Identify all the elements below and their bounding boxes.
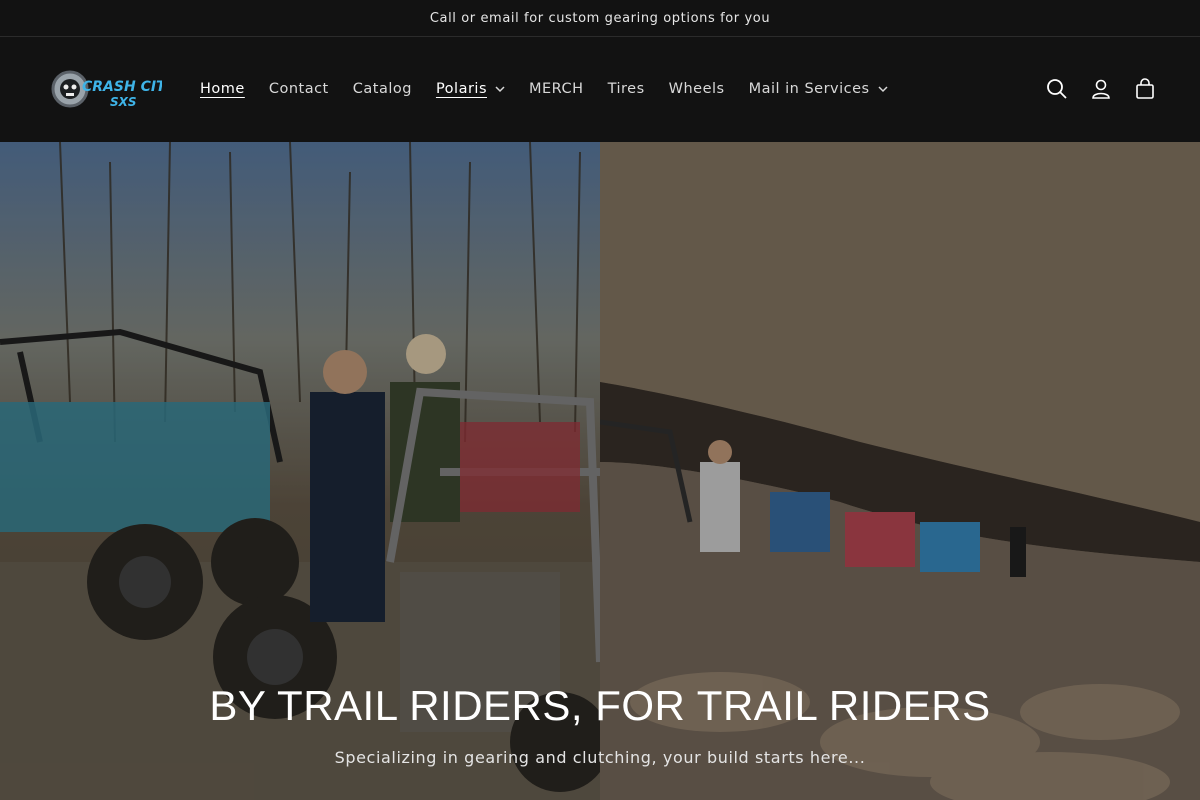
logo-text-top: CRASH CITY (82, 79, 162, 95)
hero-title: BY TRAIL RIDERS, FOR TRAIL RIDERS (209, 682, 991, 729)
announcement-bar: Call or email for custom gearing options… (0, 0, 1200, 37)
nav-item-label: Contact (268, 81, 329, 97)
nav-item-contact[interactable]: Contact (257, 69, 341, 109)
account-icon[interactable] (1086, 74, 1116, 104)
header-icons (1042, 37, 1160, 141)
nav-item-label: Catalog (352, 81, 412, 97)
chevron-down-icon (495, 84, 505, 94)
hero-banner: BY TRAIL RIDERS, FOR TRAIL RIDERS Specia… (0, 142, 1200, 800)
site-header: CRASH CITY SXS Home Contact Catalog Polaris… (0, 37, 1200, 141)
nav-item-label: Home (200, 81, 245, 97)
nav-item-catalog[interactable]: Catalog (341, 69, 424, 109)
nav-item-label: Mail in Services (748, 81, 870, 97)
nav-item-home[interactable]: Home (188, 69, 257, 109)
hero-text: BY TRAIL RIDERS, FOR TRAIL RIDERS Specia… (0, 682, 1200, 767)
cart-icon[interactable] (1130, 74, 1160, 104)
logo-text-bottom: SXS (110, 95, 137, 109)
search-icon[interactable] (1042, 74, 1072, 104)
nav-item-label: Wheels (668, 81, 725, 97)
nav-item-merch[interactable]: MERCH (517, 69, 596, 109)
nav-item-label: MERCH (529, 81, 584, 97)
hero-subtitle: Specializing in gearing and clutching, y… (334, 748, 866, 767)
crash-city-logo-icon: CRASH CITY SXS (51, 70, 162, 109)
chevron-down-icon (878, 84, 888, 94)
announcement-text: Call or email for custom gearing options… (429, 10, 771, 26)
main-nav: Home Contact Catalog Polaris MERCH Tires Wheel… (188, 69, 900, 109)
nav-item-wheels[interactable]: Wheels (657, 69, 737, 109)
nav-item-mail-in-services[interactable]: Mail in Services (737, 69, 900, 109)
nav-item-tires[interactable]: Tires (596, 69, 657, 109)
nav-item-label: Tires (607, 81, 645, 97)
nav-item-label: Polaris (435, 81, 487, 97)
site-logo[interactable]: CRASH CITY SXS (50, 64, 162, 114)
nav-item-polaris[interactable]: Polaris (424, 69, 517, 109)
